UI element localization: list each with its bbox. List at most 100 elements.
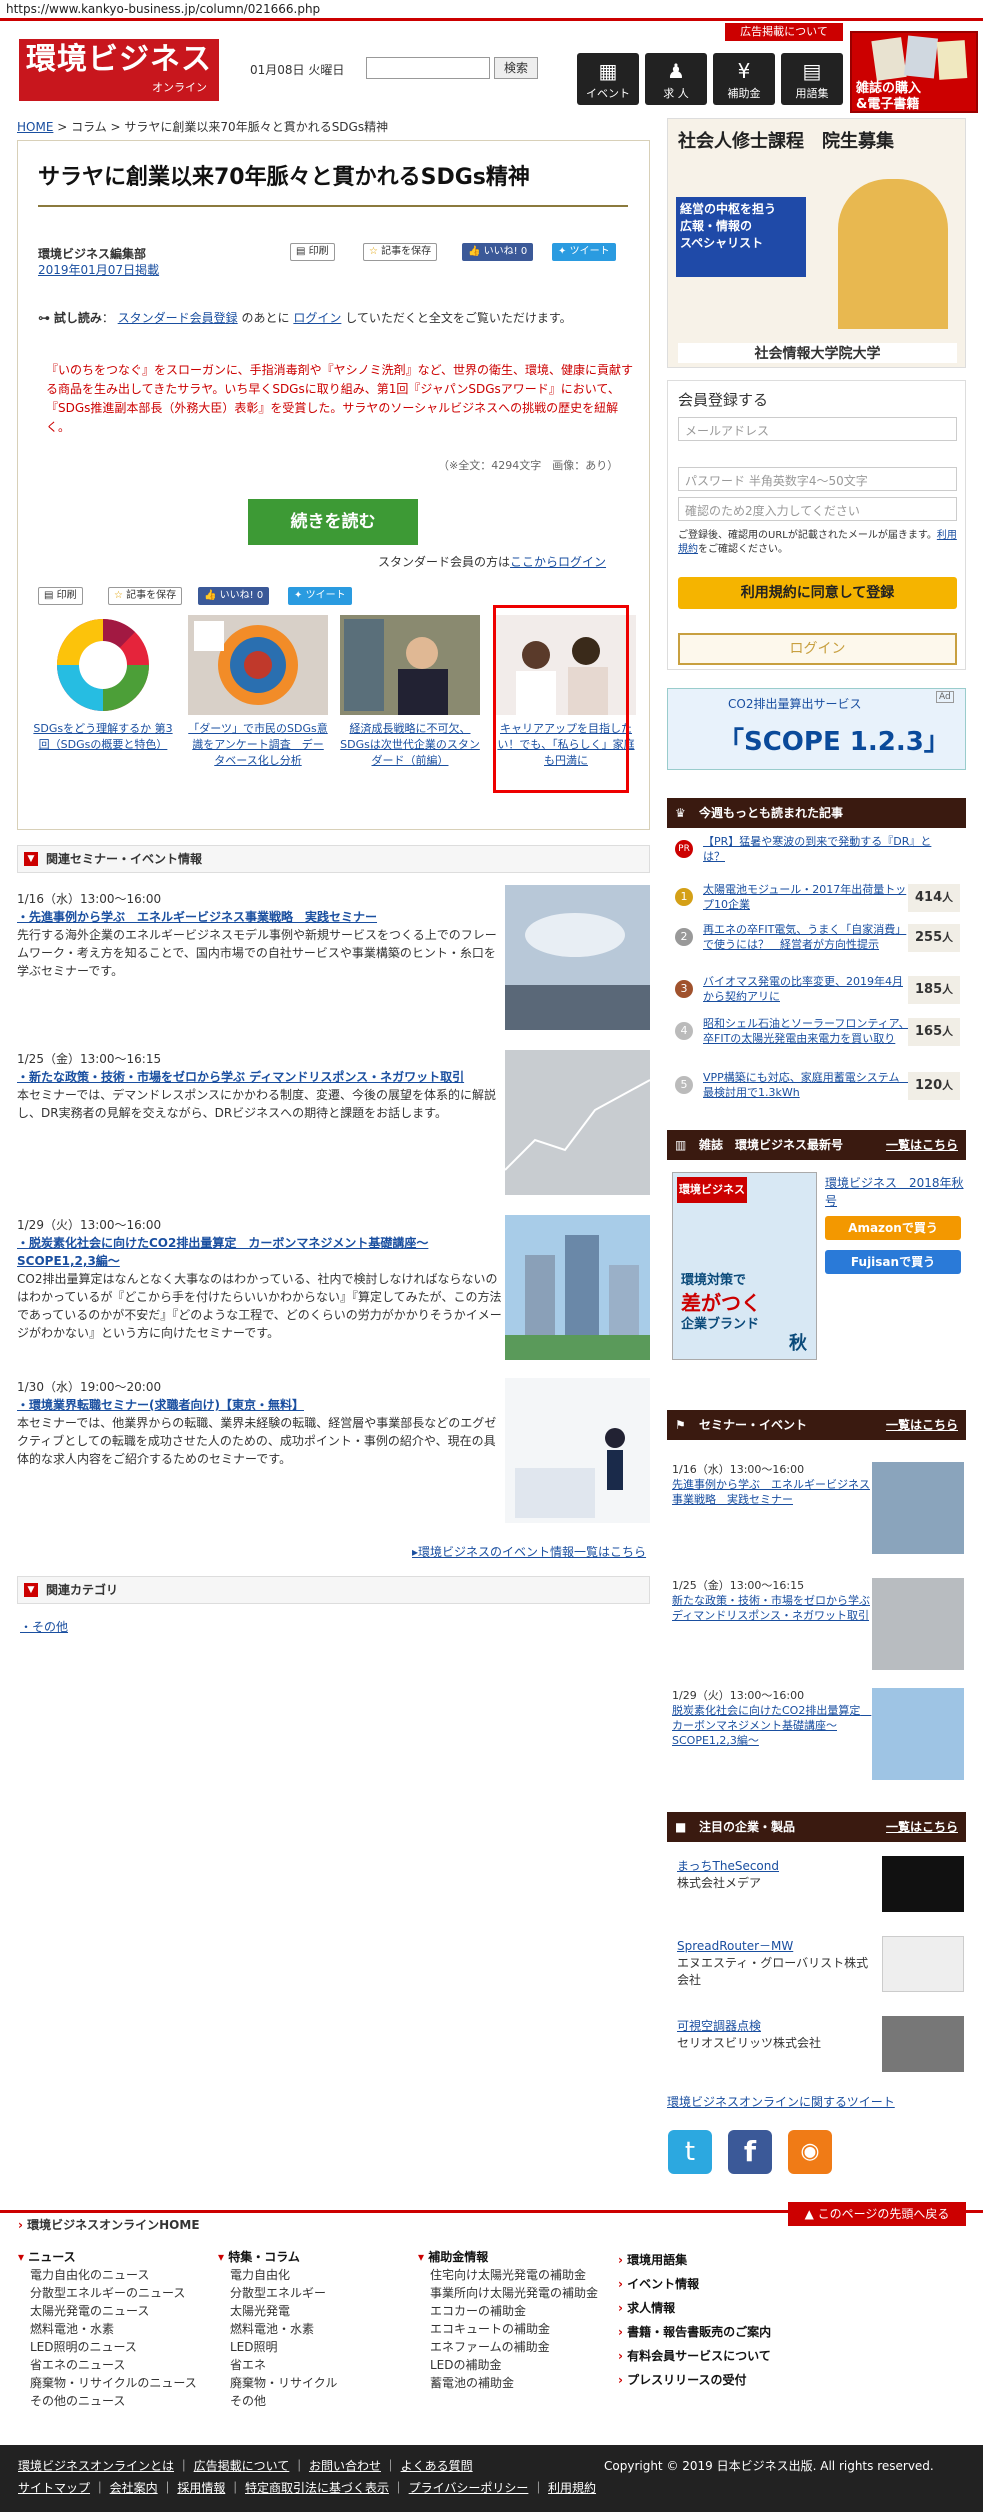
seminar-title-link[interactable]: ・脱炭素化社会に向けたCO2排出量算定 カーボンマネジメント基礎講座〜SCOPE…	[17, 1234, 507, 1270]
footer-link[interactable]: 省エネのニュース	[18, 2356, 197, 2374]
footer-recruit-link[interactable]: 採用情報	[177, 2481, 225, 2495]
seminar-title-link[interactable]: ・新たな政策・技術・市場をゼロから学ぶ ディマンドリスポンス・ネガワット取引	[17, 1068, 507, 1086]
ranking-pr-text[interactable]: 【PR】猛暑や寒波の到来で発動する『DR』とは？	[703, 834, 953, 864]
magazine-issue-link[interactable]: 環境ビジネス 2018年秋号	[825, 1174, 965, 1210]
magazine-more-link[interactable]: 一覧はこちら	[886, 1130, 958, 1160]
footer-link[interactable]: 住宅向け太陽光発電の補助金	[418, 2266, 598, 2284]
ad-info-button[interactable]: 広告掲載について	[725, 23, 843, 41]
tweet-feed-link[interactable]: 環境ビジネスオンラインに関するツイート	[667, 2093, 895, 2110]
register-submit-button[interactable]: 利用規約に同意して登録	[678, 577, 957, 609]
fujisan-button[interactable]: Fujisanで買う	[825, 1250, 961, 1274]
company-product-link[interactable]: SpreadRouter－MW	[677, 1938, 877, 1955]
amazon-button[interactable]: Amazonで買う	[825, 1216, 961, 1240]
footer-link[interactable]: エネファームの補助金	[418, 2338, 598, 2356]
category-link[interactable]: ・その他	[20, 1618, 68, 1635]
member-login-link[interactable]: ここからログイン	[510, 555, 606, 569]
site-logo[interactable]: 環境ビジネス オンライン	[19, 39, 219, 101]
footer-ad-link[interactable]: 広告掲載について	[194, 2459, 290, 2473]
company-image[interactable]	[882, 1936, 964, 1992]
sidebar-ad-graduate[interactable]: 社会人修士課程 院生募集 経営の中枢を担う 広報・情報の スペシャリスト 社会情…	[667, 118, 966, 368]
footer-link[interactable]: 省エネ	[218, 2356, 337, 2374]
footer-link[interactable]: 燃料電池・水素	[18, 2320, 197, 2338]
footer-link[interactable]: 太陽光発電のニュース	[18, 2302, 197, 2320]
side-seminar-link[interactable]: 先進事例から学ぶ エネルギービジネス事業戦略 実践セミナー	[672, 1477, 872, 1507]
login-link[interactable]: ログイン	[293, 311, 341, 325]
footer-link[interactable]: 分散型エネルギーのニュース	[18, 2284, 197, 2302]
seminar-more-link[interactable]: ▸環境ビジネスのイベント情報一覧はこちら	[412, 1543, 646, 1560]
page-top-button[interactable]: ▲ このページの先頭へ戻る	[788, 2202, 966, 2226]
twitter-icon[interactable]: t	[668, 2130, 712, 2174]
related-thumb-1[interactable]	[33, 615, 173, 715]
footer-link[interactable]: 分散型エネルギー	[218, 2284, 337, 2302]
breadcrumb-column[interactable]: コラム	[71, 120, 107, 134]
standard-register-link[interactable]: スタンダード会員登録	[118, 311, 238, 325]
password-field[interactable]: パスワード 半角英数字4〜50文字	[678, 467, 957, 491]
magazine-shop-banner[interactable]: 雑誌の購入 &電子書籍	[850, 31, 978, 113]
rank-text[interactable]: バイオマス発電の比率変更、2019年4月から契約アリに	[703, 974, 913, 1004]
footer-right-link[interactable]: › プレスリリースの受付	[618, 2368, 771, 2392]
rank-text[interactable]: 太陽電池モジュール・2017年出荷量トップ10企業	[703, 882, 913, 912]
footer-link[interactable]: 太陽光発電	[218, 2302, 337, 2320]
footer-faq-link[interactable]: よくある質問	[401, 2459, 473, 2473]
related-link[interactable]: 「ダーツ」で市民のSDGs意識をアンケート調査 データベース化し分析	[188, 722, 328, 767]
side-seminar-image[interactable]	[872, 1462, 964, 1554]
side-seminar-image[interactable]	[872, 1578, 964, 1670]
search-input[interactable]	[366, 57, 490, 79]
magazine-cover[interactable]: 環境ビジネス 環境対策で 差がつく 企業ブランド 秋	[672, 1172, 817, 1360]
company-product-link[interactable]: まっちTheSecond	[677, 1858, 877, 1875]
rank-text[interactable]: VPP構築にも対応、家庭用蓄電システム 最検討用で1.3kWh	[703, 1070, 913, 1100]
footer-link[interactable]: LED照明のニュース	[18, 2338, 197, 2356]
sidebar-ad-scope[interactable]: CO2排出量算出サービス Ad 「SCOPE 1.2.3」	[667, 688, 966, 770]
rank-text[interactable]: 再エネの卒FIT電気、うまく「自家消費」で使うには？ 経営者が方向性提示	[703, 922, 913, 952]
tweet-button-2[interactable]: ✦ ツイート	[288, 587, 352, 605]
seminar-image-3[interactable]	[505, 1215, 650, 1360]
read-more-button[interactable]: 続きを読む	[248, 499, 418, 545]
ranking-item[interactable]: 1 太陽電池モジュール・2017年出荷量トップ10企業 414人	[667, 880, 966, 916]
save-button-2[interactable]: ☆ 記事を保存	[108, 587, 183, 605]
seminar-image-1[interactable]	[505, 885, 650, 1030]
password-confirm-field[interactable]: 確認のため2度入力してください	[678, 497, 957, 521]
footer-company-link[interactable]: 会社案内	[110, 2481, 158, 2495]
tweet-button[interactable]: ✦ ツイート	[552, 243, 616, 261]
related-caption-3[interactable]: 経済成長戦略に不可欠、SDGsは次世代企業のスタンダード（前編）	[340, 721, 480, 769]
email-field[interactable]: メールアドレス	[678, 417, 957, 441]
ranking-item[interactable]: 4 昭和シェル石油とソーラーフロンティア、卒FITの太陽光発電由来電力を買い取り 1…	[667, 1014, 966, 1050]
footer-right-link[interactable]: › 求人情報	[618, 2296, 771, 2320]
footer-link[interactable]: LEDの補助金	[418, 2356, 598, 2374]
footer-link[interactable]: エコキュートの補助金	[418, 2320, 598, 2338]
nav-subsidy[interactable]: ¥ 補助金	[713, 53, 775, 105]
related-link[interactable]: SDGsをどう理解するか 第3回（SDGsの概要と特色）	[33, 722, 172, 751]
footer-privacy-link[interactable]: プライバシーポリシー	[409, 2481, 529, 2495]
related-thumb-2[interactable]	[188, 615, 328, 715]
side-seminar-more-link[interactable]: 一覧はこちら	[886, 1410, 958, 1440]
footer-link[interactable]: LED照明	[218, 2338, 337, 2356]
footer-home-link[interactable]: › 環境ビジネスオンラインHOME	[18, 2216, 200, 2233]
footer-right-link[interactable]: › 書籍・報告書販売のご案内	[618, 2320, 771, 2344]
footer-link[interactable]: 電力自由化	[218, 2266, 337, 2284]
seminar-image-4[interactable]	[505, 1378, 650, 1523]
rss-icon[interactable]: ◉	[788, 2130, 832, 2174]
seminar-title-link[interactable]: ・環境業界転職セミナー(求職者向け)【東京・無料】	[17, 1396, 507, 1414]
footer-legal-link[interactable]: 特定商取引法に基づく表示	[245, 2481, 389, 2495]
print-button[interactable]: ▤ 印刷	[290, 243, 335, 261]
side-seminar-link[interactable]: 新たな政策・技術・市場をゼロから学ぶ ディマンドリスポンス・ネガワット取引	[672, 1593, 872, 1623]
facebook-icon[interactable]: f	[728, 2130, 772, 2174]
footer-link[interactable]: 電力自由化のニュース	[18, 2266, 197, 2284]
companies-more-link[interactable]: 一覧はこちら	[886, 1812, 958, 1842]
footer-contact-link[interactable]: お問い合わせ	[309, 2459, 381, 2473]
facebook-like-button-2[interactable]: 👍 いいね! 0	[198, 587, 270, 605]
ranking-item[interactable]: 5 VPP構築にも対応、家庭用蓄電システム 最検討用で1.3kWh 120人	[667, 1068, 966, 1104]
search-button[interactable]: 検索	[494, 57, 538, 79]
side-seminar-image[interactable]	[872, 1688, 964, 1780]
footer-right-link[interactable]: › イベント情報	[618, 2272, 771, 2296]
print-button-2[interactable]: ▤ 印刷	[38, 587, 83, 605]
company-image[interactable]	[882, 2016, 964, 2072]
footer-link[interactable]: その他のニュース	[18, 2392, 197, 2410]
footer-right-link[interactable]: › 環境用語集	[618, 2248, 771, 2272]
related-link[interactable]: 経済成長戦略に不可欠、SDGsは次世代企業のスタンダード（前編）	[340, 722, 480, 767]
ranking-item[interactable]: 3 バイオマス発電の比率変更、2019年4月から契約アリに 185人	[667, 972, 966, 1008]
footer-link[interactable]: その他	[218, 2392, 337, 2410]
footer-link[interactable]: 廃棄物・リサイクル	[218, 2374, 337, 2392]
company-product-link[interactable]: 可視空調器点検	[677, 2018, 877, 2035]
ranking-pr[interactable]: PR 【PR】猛暑や寒波の到来で発動する『DR』とは？	[667, 832, 966, 868]
